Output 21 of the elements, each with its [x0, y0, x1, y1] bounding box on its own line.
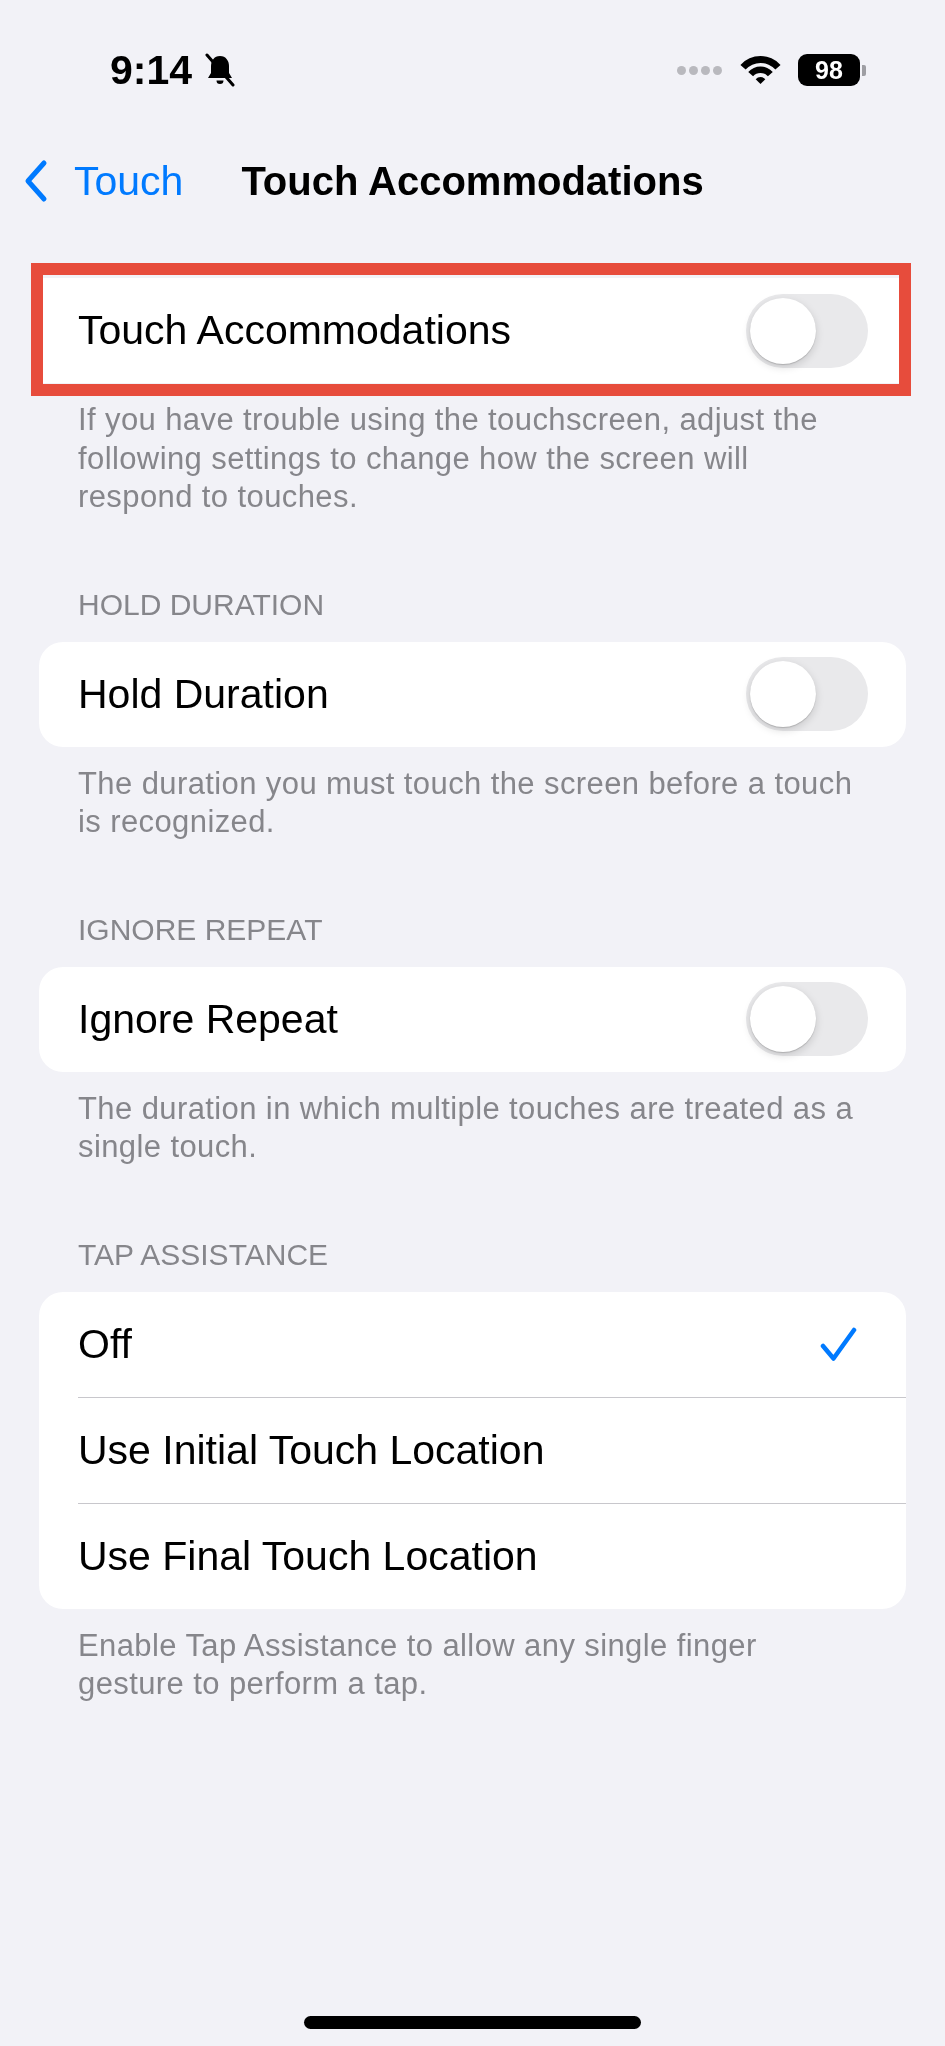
bell-slash-icon — [204, 53, 237, 87]
back-button[interactable]: Touch — [23, 159, 184, 203]
nav-title: Touch Accommodations — [241, 161, 704, 201]
section-footer: Enable Tap Assistance to allow any single finger gesture to perform a tap. — [78, 1626, 860, 1704]
setting-label: Hold Duration — [78, 673, 329, 715]
setting-label: Touch Accommodations — [78, 310, 511, 351]
section-header: TAP ASSISTANCE — [78, 1236, 329, 1273]
section-header: HOLD DURATION — [78, 586, 325, 623]
option-row[interactable]: Use Initial Touch Location — [39, 1397, 906, 1503]
status-time: 9:14 — [110, 49, 193, 91]
option-row[interactable]: Off — [39, 1291, 906, 1397]
battery-indicator: 98 — [798, 54, 866, 86]
chevron-left-icon — [23, 159, 48, 203]
section-footer: If you have trouble using the touchscreen, adjust the following settings to change how the screen will respond to touches. — [78, 401, 860, 517]
signal-dots-icon — [677, 65, 722, 75]
option-row[interactable]: Use Final Touch Location — [39, 1503, 906, 1609]
section-header: IGNORE REPEAT — [78, 911, 323, 948]
section-footer: The duration in which multiple touches are treated as a single touch. — [78, 1089, 860, 1167]
section-footer: The duration you must touch the screen before a touch is recognized. — [78, 764, 860, 842]
wifi-icon — [740, 56, 781, 84]
setting-label: Ignore Repeat — [78, 998, 338, 1040]
